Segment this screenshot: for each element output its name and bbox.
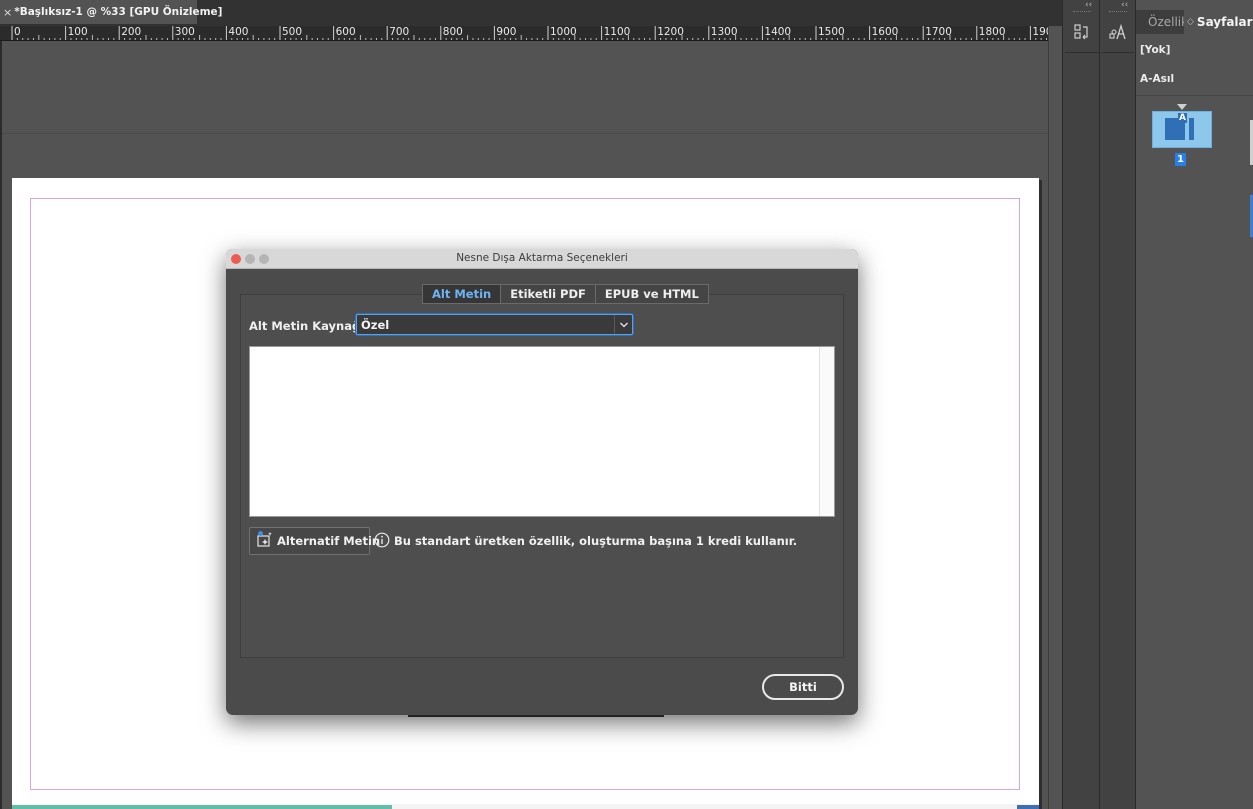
collapse-dock-icon[interactable]: ‹‹	[1121, 0, 1128, 10]
ruler-label: 700	[389, 26, 410, 38]
history-icon[interactable]	[1068, 20, 1096, 44]
tab-toggle-icon: ◇	[1187, 17, 1194, 27]
pasteboard-divider	[2, 133, 1048, 134]
character-styles-icon[interactable]	[1104, 20, 1132, 44]
chevron-down-icon[interactable]	[614, 315, 632, 334]
alt-text-source-value: Özel	[361, 318, 390, 332]
ruler-label: 900	[496, 26, 517, 38]
ruler-label: 600	[335, 26, 356, 38]
ruler-label: 200	[121, 26, 142, 38]
generate-alt-text-button[interactable]: Alternatif Metin	[249, 527, 380, 555]
alt-text-textarea[interactable]	[249, 346, 835, 517]
ruler-label: 1000	[550, 26, 577, 38]
document-tab-title: *Başlıksız-1 @ %33 [GPU Önizleme]	[14, 6, 223, 18]
done-button[interactable]: Bitti	[762, 674, 844, 700]
ruler-label: 1100	[603, 26, 631, 38]
master-letter-badge: A	[1178, 113, 1187, 123]
object-export-options-dialog: Nesne Dışa Aktarma Seçenekleri Alt Metin…	[226, 249, 858, 715]
document-tab[interactable]: × *Başlıksız-1 @ %33 [GPU Önizleme]	[0, 0, 222, 24]
page-shadow	[1039, 180, 1042, 809]
page-number-label: 1	[1175, 153, 1186, 166]
generative-ai-icon	[256, 530, 273, 552]
tab-alt-text[interactable]: Alt Metin	[423, 285, 502, 303]
dialog-tabs: Alt Metin Etiketli PDF EPUB ve HTML	[422, 284, 709, 304]
dock-grip[interactable]	[1109, 11, 1127, 13]
ruler-label: 1800	[978, 26, 1006, 38]
current-page-marker	[1177, 104, 1187, 110]
page-thumbnail[interactable]: A	[1152, 111, 1212, 148]
master-a-item[interactable]: A-Asıl	[1140, 73, 1174, 85]
textarea-scrollbar[interactable]	[819, 347, 834, 516]
ruler-label: 100	[67, 26, 88, 38]
vertical-scrollbar[interactable]	[1048, 26, 1062, 809]
ruler-label: 300	[174, 26, 195, 38]
tab-tagged-pdf[interactable]: Etiketli PDF	[501, 285, 596, 303]
dock-separator	[1102, 52, 1134, 53]
horizontal-ruler[interactable]: 0 100 200 300 400 500 600 700 800 900 1000 1100 1200…	[0, 26, 1048, 41]
ruler-label: 800	[442, 26, 463, 38]
ruler-label: 400	[228, 26, 249, 38]
close-tab-icon[interactable]: ×	[3, 6, 12, 19]
thumbnail-frame	[1189, 118, 1194, 140]
dock-grip[interactable]	[1073, 11, 1091, 13]
credit-info-text: Bu standart üretken özellik, oluşturma b…	[394, 534, 798, 548]
ruler-label: 500	[282, 26, 303, 38]
ruler-label: 1200	[657, 26, 684, 38]
collapse-dock-icon[interactable]: ‹‹	[1085, 0, 1092, 10]
ruler-label: 1400	[764, 26, 792, 38]
dock-separator	[1065, 52, 1099, 53]
alt-text-source-select[interactable]: Özel	[356, 314, 633, 335]
next-page-preview	[12, 804, 1039, 809]
ruler-label: 1600	[871, 26, 899, 38]
panel-dock-history: ‹‹	[1062, 0, 1100, 809]
parent-none-item[interactable]: [Yok]	[1140, 44, 1170, 56]
dialog-titlebar[interactable]: Nesne Dışa Aktarma Seçenekleri	[226, 249, 858, 269]
document-tab-bar: × *Başlıksız-1 @ %33 [GPU Önizleme]	[0, 0, 1062, 26]
panel-dock-styles: ‹‹	[1100, 0, 1136, 809]
ruler-label: 190	[1032, 26, 1048, 38]
dialog-title: Nesne Dışa Aktarma Seçenekleri	[456, 252, 628, 264]
ruler-label: 0	[14, 26, 21, 38]
next-page-teal-graphic	[12, 805, 392, 809]
ruler-label: 1700	[925, 26, 952, 38]
tab-pages-label: Sayfalar	[1196, 15, 1253, 29]
tab-pages[interactable]: ◇ Sayfalar	[1184, 10, 1253, 34]
ruler-label: 1500	[818, 26, 845, 38]
generate-alt-text-label: Alternatif Metin	[277, 534, 381, 548]
pages-panel: Özellikl ◇ Sayfalar [Yok] A-Asıl A 1	[1136, 0, 1253, 809]
next-page-blue-graphic	[1017, 805, 1039, 809]
panel-section-divider[interactable]	[1136, 95, 1253, 96]
ruler-label: 1300	[710, 26, 738, 38]
tab-epub-html[interactable]: EPUB ve HTML	[596, 285, 708, 303]
alt-text-source-label: Alt Metin Kaynağı:	[249, 319, 369, 333]
info-icon	[374, 532, 390, 548]
